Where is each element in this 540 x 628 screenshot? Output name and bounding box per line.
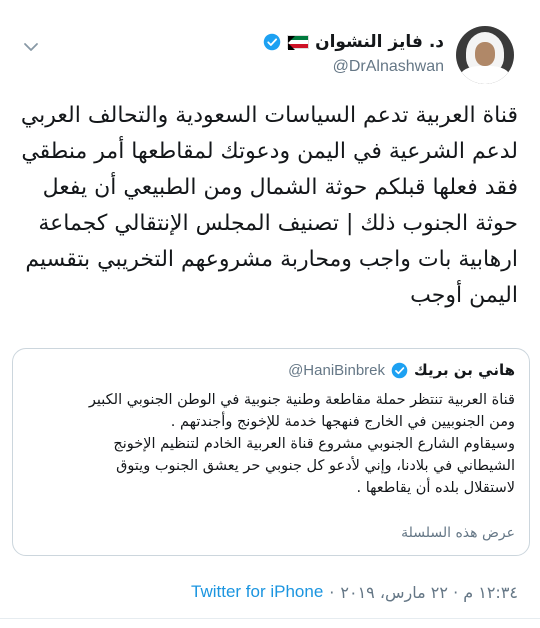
quoted-tweet-text: قناة العربية تنتظر حملة مقاطعة وطنية جنو… <box>21 389 515 499</box>
show-thread-link[interactable]: عرض هذه السلسلة <box>401 525 515 541</box>
quoted-tweet-header: هاني بن بريك @HaniBinbrek <box>288 361 515 379</box>
quoted-text-line: قناة العربية تنتظر حملة مقاطعة وطنية جنو… <box>88 392 515 408</box>
author-handle[interactable]: @DrAlnashwan <box>333 58 444 76</box>
avatar[interactable] <box>456 26 514 84</box>
tweet-card: د. فايز النشوان @DrAlnashwan قناة العربي… <box>0 0 540 628</box>
author-name-row[interactable]: د. فايز النشوان <box>263 32 444 52</box>
verified-badge-icon <box>263 33 281 51</box>
quoted-text-line: لاستقلال بلده أن يقاطعها . <box>356 480 515 496</box>
quoted-text-line: وسيقاوم الشارع الجنوبي مشروع قناة العربي… <box>113 436 515 452</box>
tweet-timestamp[interactable]: ١٢:٣٤ م · ٢٢ مارس، ٢٠١٩ <box>340 583 518 602</box>
tweet-text: قناة العربية تدعم السياسات السعودية والت… <box>20 103 518 308</box>
verified-badge-icon <box>391 362 408 378</box>
quoted-text-line: ومن الجنوبيين في الخارج فنهجها خدمة للإخ… <box>170 414 515 430</box>
quoted-author-handle: @HaniBinbrek <box>288 361 386 379</box>
chevron-down-icon[interactable] <box>22 38 40 56</box>
divider <box>0 618 540 619</box>
quoted-author-name: هاني بن بريك <box>414 361 515 379</box>
tweet-header: د. فايز النشوان @DrAlnashwan <box>10 20 530 84</box>
footer-separator: · <box>329 582 335 602</box>
tweet-footer: ١٢:٣٤ م · ٢٢ مارس، ٢٠١٩ · Twitter for iP… <box>191 582 518 602</box>
author-display-name[interactable]: د. فايز النشوان <box>315 32 444 52</box>
quoted-text-line: الشيطاني في بلادنا، وإني لأدعو كل جنوبي … <box>116 458 515 474</box>
quoted-tweet[interactable]: هاني بن بريك @HaniBinbrek قناة العربية ت… <box>12 348 530 556</box>
source-label[interactable]: Twitter for iPhone <box>191 582 323 602</box>
kuwait-flag-icon <box>287 35 310 50</box>
